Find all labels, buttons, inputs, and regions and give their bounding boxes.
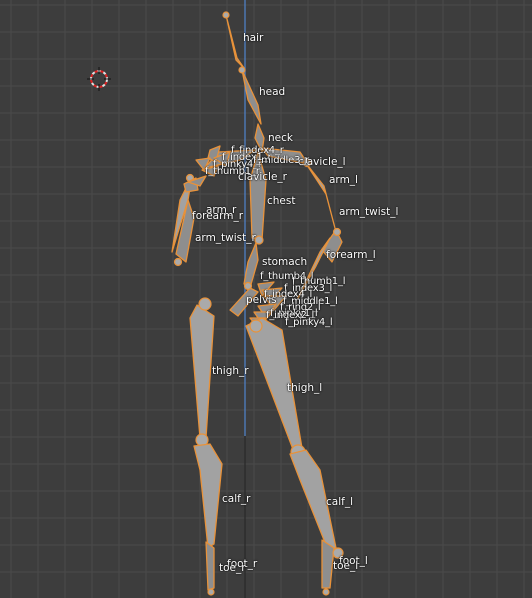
label-head: head [259,86,286,98]
label-toe-r: toe_r [219,562,246,574]
3d-viewport[interactable]: hair head neck clavicle_l clavicle_r arm… [0,0,532,598]
label-thigh-l: thigh_l [287,382,323,394]
bone-foot-r [205,541,215,591]
label-thigh-r: thigh_r [212,365,249,377]
label-neck: neck [268,132,293,144]
label-hair: hair [243,32,264,44]
label-forearm-r: forearm_r [192,210,244,222]
bone-stomach [243,242,259,289]
3d-cursor-icon[interactable] [87,67,111,91]
label-finger-l-8: f_pinky4_l [285,317,333,328]
label-arm-l: arm_l [329,174,358,186]
bone-arm-l [304,161,337,233]
label-calf-r: calf_r [222,493,251,505]
label-calf-l: calf_l [326,496,353,508]
label-chest: chest [267,195,296,207]
label-arm-twist-r: arm_twist_r [195,232,256,244]
bone-calf-r [193,443,223,549]
label-stomach: stomach [262,256,308,268]
label-toe-l: toe_l [333,560,359,572]
label-finger-r-4: f_middle3_r [253,155,309,166]
bone-thigh-r [189,304,215,439]
bone-hair [225,14,245,69]
label-finger-r-3: f_thumb1_r [205,166,260,177]
label-arm-twist-l: arm_twist_l [339,206,399,218]
label-forearm-l: forearm_l [326,249,376,261]
